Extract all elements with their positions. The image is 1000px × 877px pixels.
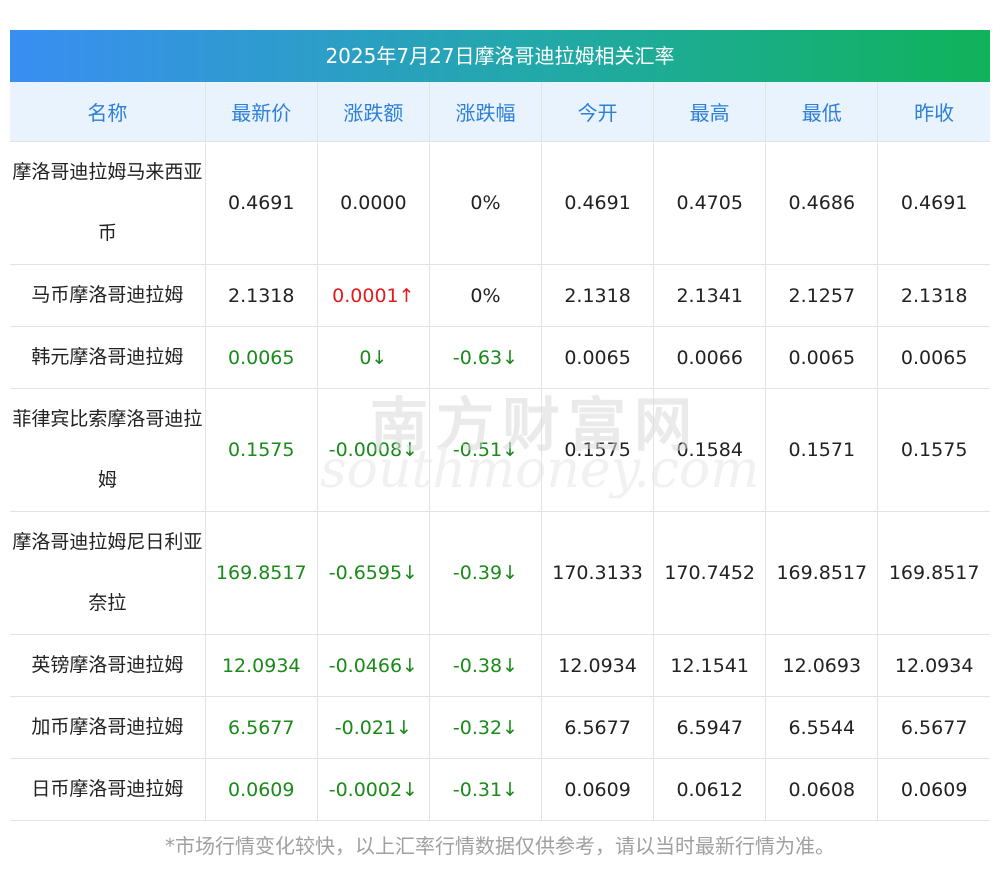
cell-open: 6.5677 (541, 696, 654, 759)
table-row: 摩洛哥迪拉姆尼日利亚奈拉 169.8517 -0.6595↓ -0.39↓ 170.31… (10, 511, 990, 635)
table-row: 英镑摩洛哥迪拉姆 12.0934 -0.0466↓ -0.38↓ 12.0934 12.1… (10, 634, 990, 697)
cell-prev-close: 0.1575 (877, 388, 990, 512)
cell-latest: 6.5677 (204, 696, 318, 759)
header-latest: 最新价 (204, 82, 318, 142)
header-name: 名称 (10, 82, 206, 142)
cell-name: 摩洛哥迪拉姆尼日利亚奈拉 (10, 511, 206, 635)
cell-prev-close: 6.5677 (877, 696, 990, 759)
cell-low: 0.0065 (765, 326, 878, 389)
cell-change-pct: -0.38↓ (428, 634, 542, 697)
cell-prev-close: 169.8517 (877, 511, 990, 635)
cell-change: -0.0002↓ (316, 758, 430, 821)
cell-latest: 169.8517 (204, 511, 318, 635)
cell-name: 韩元摩洛哥迪拉姆 (10, 326, 206, 389)
cell-open: 0.1575 (541, 388, 654, 512)
cell-high: 0.4705 (653, 141, 766, 265)
table-row: 摩洛哥迪拉姆马来西亚币 0.4691 0.0000 0% 0.4691 0.4705 0.4… (10, 141, 990, 265)
cell-low: 6.5544 (765, 696, 878, 759)
cell-high: 0.0612 (653, 758, 766, 821)
cell-name: 英镑摩洛哥迪拉姆 (10, 634, 206, 697)
cell-change-pct: -0.32↓ (428, 696, 542, 759)
cell-prev-close: 0.4691 (877, 141, 990, 265)
table-header-row: 名称 最新价 涨跌额 涨跌幅 今开 最高 最低 昨收 (10, 82, 990, 142)
cell-latest: 0.0065 (204, 326, 318, 389)
cell-name: 马币摩洛哥迪拉姆 (10, 264, 206, 327)
cell-high: 170.7452 (653, 511, 766, 635)
cell-change: -0.6595↓ (316, 511, 430, 635)
table-row: 菲律宾比索摩洛哥迪拉姆 0.1575 -0.0008↓ -0.51↓ 0.1575 0.1… (10, 388, 990, 512)
table-row: 日币摩洛哥迪拉姆 0.0609 -0.0002↓ -0.31↓ 0.0609 0.0612… (10, 758, 990, 821)
cell-high: 0.1584 (653, 388, 766, 512)
cell-high: 2.1341 (653, 264, 766, 327)
cell-change: 0.0000 (316, 141, 430, 265)
cell-name: 加币摩洛哥迪拉姆 (10, 696, 206, 759)
cell-change-pct: -0.31↓ (428, 758, 542, 821)
cell-change: -0.0466↓ (316, 634, 430, 697)
cell-prev-close: 0.0065 (877, 326, 990, 389)
header-low: 最低 (765, 82, 878, 142)
cell-open: 0.0609 (541, 758, 654, 821)
header-high: 最高 (653, 82, 766, 142)
page-title: 2025年7月27日摩洛哥迪拉姆相关汇率 (10, 30, 990, 82)
cell-change-pct: 0% (428, 141, 542, 265)
cell-high: 12.1541 (653, 634, 766, 697)
cell-change: 0↓ (316, 326, 430, 389)
cell-name: 日币摩洛哥迪拉姆 (10, 758, 206, 821)
cell-latest: 0.1575 (204, 388, 318, 512)
cell-prev-close: 2.1318 (877, 264, 990, 327)
cell-open: 0.4691 (541, 141, 654, 265)
cell-high: 0.0066 (653, 326, 766, 389)
cell-change: 0.0001↑ (316, 264, 430, 327)
cell-low: 2.1257 (765, 264, 878, 327)
cell-name: 菲律宾比索摩洛哥迪拉姆 (10, 388, 206, 512)
cell-low: 169.8517 (765, 511, 878, 635)
cell-low: 12.0693 (765, 634, 878, 697)
cell-change-pct: -0.39↓ (428, 511, 542, 635)
cell-high: 6.5947 (653, 696, 766, 759)
cell-open: 2.1318 (541, 264, 654, 327)
header-open: 今开 (541, 82, 654, 142)
header-change: 涨跌额 (316, 82, 430, 142)
table-row: 韩元摩洛哥迪拉姆 0.0065 0↓ -0.63↓ 0.0065 0.0066 0.0065… (10, 326, 990, 389)
header-change-pct: 涨跌幅 (428, 82, 542, 142)
rate-table-container: 2025年7月27日摩洛哥迪拉姆相关汇率 名称 最新价 涨跌额 涨跌幅 今开 最… (10, 30, 990, 821)
cell-open: 170.3133 (541, 511, 654, 635)
cell-change-pct: 0% (428, 264, 542, 327)
disclaimer-footnote: *市场行情变化较快，以上汇率行情数据仅供参考，请以当时最新行情为准。 (165, 834, 835, 858)
header-prev-close: 昨收 (877, 82, 990, 142)
cell-low: 0.0608 (765, 758, 878, 821)
cell-latest: 0.0609 (204, 758, 318, 821)
cell-open: 12.0934 (541, 634, 654, 697)
cell-change-pct: -0.51↓ (428, 388, 542, 512)
cell-open: 0.0065 (541, 326, 654, 389)
cell-latest: 2.1318 (204, 264, 318, 327)
table-row: 马币摩洛哥迪拉姆 2.1318 0.0001↑ 0% 2.1318 2.1341 2.125… (10, 264, 990, 327)
cell-change: -0.021↓ (316, 696, 430, 759)
cell-prev-close: 0.0609 (877, 758, 990, 821)
cell-low: 0.1571 (765, 388, 878, 512)
cell-change-pct: -0.63↓ (428, 326, 542, 389)
cell-low: 0.4686 (765, 141, 878, 265)
cell-change: -0.0008↓ (316, 388, 430, 512)
cell-latest: 12.0934 (204, 634, 318, 697)
table-row: 加币摩洛哥迪拉姆 6.5677 -0.021↓ -0.32↓ 6.5677 6.5947 6… (10, 696, 990, 759)
cell-name: 摩洛哥迪拉姆马来西亚币 (10, 141, 206, 265)
exchange-rate-table: 名称 最新价 涨跌额 涨跌幅 今开 最高 最低 昨收 摩洛哥迪拉姆马来西亚币 0.… (10, 82, 990, 821)
cell-prev-close: 12.0934 (877, 634, 990, 697)
cell-latest: 0.4691 (204, 141, 318, 265)
